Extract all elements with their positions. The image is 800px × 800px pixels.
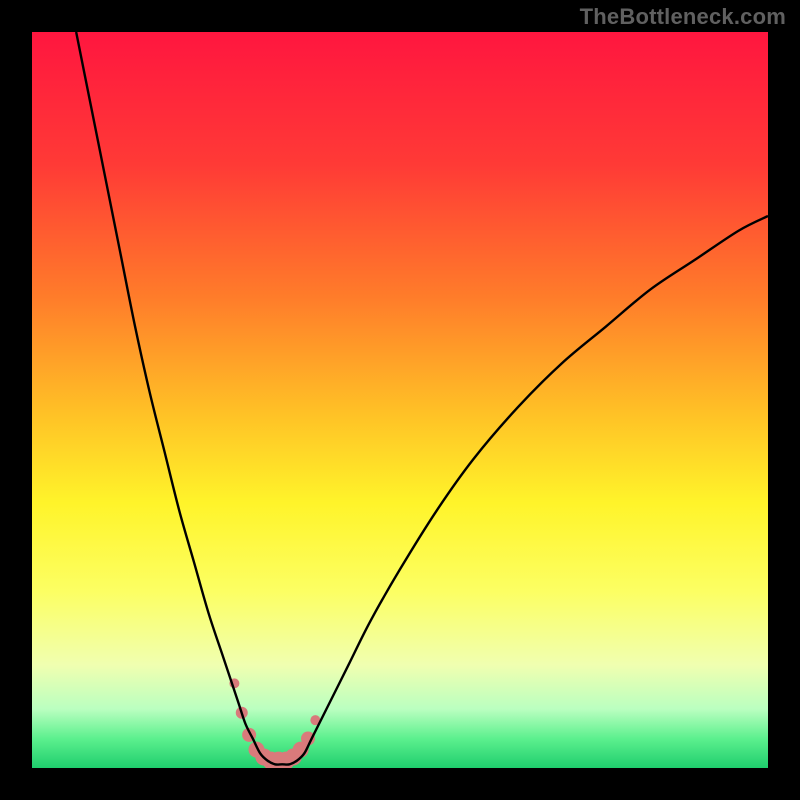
plot-area [32,32,768,768]
watermark-text: TheBottleneck.com [580,4,786,30]
plot-svg [32,32,768,768]
gradient-background [32,32,768,768]
chart-frame: TheBottleneck.com [0,0,800,800]
